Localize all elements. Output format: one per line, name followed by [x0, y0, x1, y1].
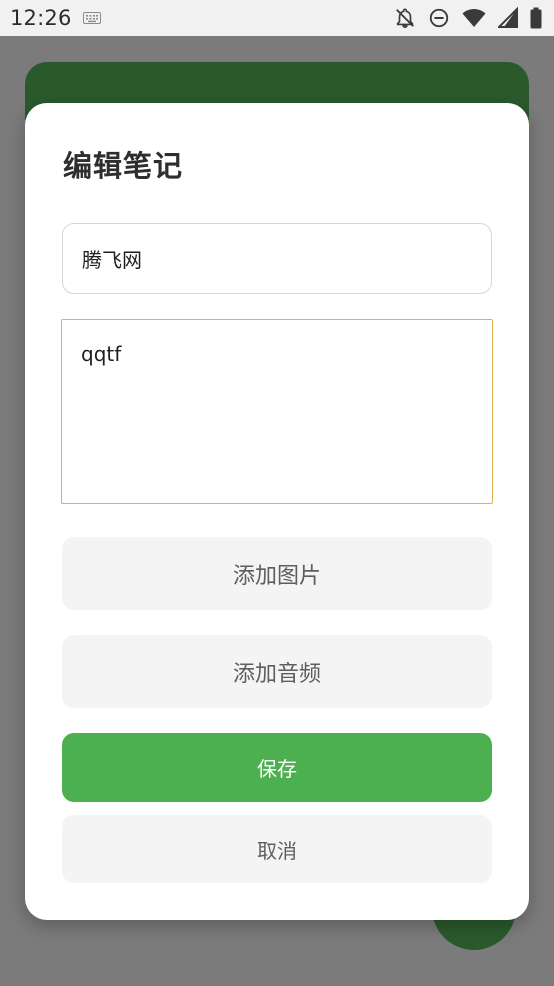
- save-button[interactable]: 保存: [62, 733, 492, 802]
- do-not-disturb-icon: [428, 7, 450, 29]
- wifi-icon: [462, 7, 486, 29]
- edit-note-dialog: 编辑笔记 qqtf 添加图片 添加音频 保存 取消: [25, 103, 529, 920]
- add-audio-button[interactable]: 添加音频: [62, 635, 492, 708]
- cellular-signal-icon: [496, 6, 518, 29]
- status-bar: 12:26: [0, 0, 554, 36]
- status-icons: [394, 6, 542, 29]
- note-title-input[interactable]: [62, 223, 492, 294]
- notifications-off-icon: [394, 7, 416, 29]
- dialog-title: 编辑笔记: [63, 149, 184, 183]
- cancel-button[interactable]: 取消: [62, 815, 492, 883]
- battery-icon: [530, 7, 542, 29]
- note-content-input[interactable]: qqtf: [61, 319, 493, 504]
- status-time: 12:26: [10, 6, 72, 30]
- add-image-button[interactable]: 添加图片: [62, 537, 492, 610]
- keyboard-icon: [83, 12, 101, 24]
